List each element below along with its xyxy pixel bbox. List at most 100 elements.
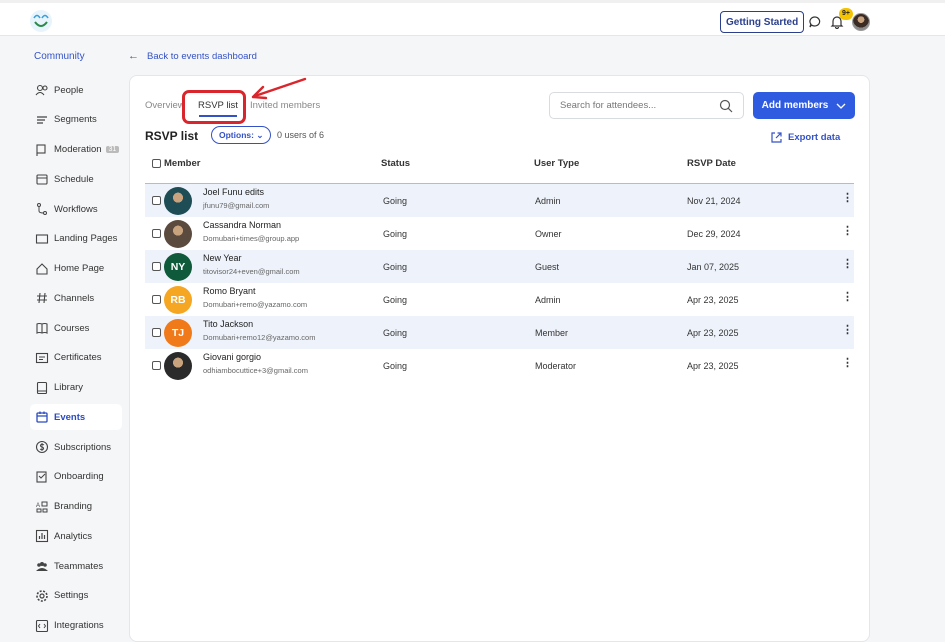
more-options-icon[interactable]: ⋮ bbox=[842, 325, 853, 336]
row-checkbox[interactable] bbox=[152, 229, 161, 238]
user-count: 0 users of 6 bbox=[277, 130, 325, 140]
row-checkbox[interactable] bbox=[152, 328, 161, 337]
chevron-down-icon bbox=[836, 103, 846, 109]
user-type: Admin bbox=[535, 196, 561, 206]
export-icon bbox=[771, 132, 782, 143]
sidebar-item-settings[interactable]: Settings bbox=[30, 583, 122, 609]
add-members-button[interactable]: Add members bbox=[753, 92, 855, 119]
table-row[interactable]: NY New Year titovisor24+even@gmail.com Goin… bbox=[145, 250, 854, 283]
more-options-icon[interactable]: ⋮ bbox=[842, 226, 853, 237]
sidebar-item-branding[interactable]: A Branding bbox=[30, 494, 122, 520]
sidebar-item-courses[interactable]: Courses bbox=[30, 315, 122, 341]
search-input[interactable] bbox=[550, 93, 710, 118]
avatar[interactable] bbox=[164, 220, 192, 248]
export-data-label: Export data bbox=[788, 132, 841, 143]
sidebar-item-segments[interactable]: Segments bbox=[30, 107, 122, 133]
segments-icon bbox=[37, 116, 47, 124]
rsvp-date: Apr 23, 2025 bbox=[687, 295, 739, 305]
rsvp-date: Apr 23, 2025 bbox=[687, 328, 739, 338]
avatar-initials: NY bbox=[170, 261, 186, 273]
row-checkbox[interactable] bbox=[152, 295, 161, 304]
gear-icon bbox=[36, 589, 48, 602]
sidebar-item-teammates[interactable]: Teammates bbox=[30, 553, 122, 579]
avatar[interactable] bbox=[164, 352, 192, 380]
back-link-label: Back to events dashboard bbox=[147, 50, 257, 62]
back-to-events-link[interactable]: ← Back to events dashboard bbox=[128, 50, 257, 62]
sidebar-item-label: Subscriptions bbox=[54, 441, 112, 453]
sidebar-item-landing-pages[interactable]: Landing Pages bbox=[30, 226, 122, 252]
select-all-checkbox[interactable] bbox=[152, 159, 161, 168]
sidebar-item-analytics[interactable]: Analytics bbox=[30, 523, 122, 549]
sidebar-item-library[interactable]: Library bbox=[30, 375, 122, 401]
table-row[interactable]: Giovani gorgio odhiambocuttice+3@gmail.co… bbox=[145, 349, 854, 382]
getting-started-button[interactable]: Getting Started bbox=[720, 11, 805, 33]
header-status[interactable]: Status bbox=[381, 158, 410, 169]
export-data-button[interactable]: Export data bbox=[770, 131, 840, 144]
row-checkbox[interactable] bbox=[152, 262, 161, 271]
row-checkbox[interactable] bbox=[152, 196, 161, 205]
member-name[interactable]: Cassandra Norman bbox=[203, 220, 281, 230]
sidebar-item-label: Home Page bbox=[54, 263, 105, 274]
user-avatar[interactable] bbox=[852, 13, 870, 31]
sidebar-item-events[interactable]: Events bbox=[30, 404, 122, 431]
avatar[interactable]: NY bbox=[164, 253, 192, 281]
member-name[interactable]: Giovani gorgio bbox=[203, 352, 261, 362]
more-options-icon[interactable]: ⋮ bbox=[842, 259, 853, 270]
member-email: Domubari+times@group.app bbox=[203, 234, 300, 243]
more-options-icon[interactable]: ⋮ bbox=[842, 358, 853, 369]
table-row[interactable]: Joel Funu edits jfunu79@gmail.com Going Adm… bbox=[145, 184, 854, 217]
header-user-type[interactable]: User Type bbox=[534, 158, 579, 169]
avatar-initials: TJ bbox=[171, 327, 185, 339]
onboarding-icon bbox=[36, 471, 47, 483]
sidebar-item-people[interactable]: People bbox=[30, 77, 122, 103]
more-options-icon[interactable]: ⋮ bbox=[842, 193, 853, 204]
sidebar-item-subscriptions[interactable]: Subscriptions bbox=[30, 434, 122, 460]
chat-icon[interactable] bbox=[808, 15, 822, 29]
header-rsvp-date[interactable]: RSVP Date bbox=[687, 158, 736, 169]
workflows-icon bbox=[37, 203, 47, 215]
tab-invited-members[interactable]: Invited members bbox=[250, 100, 320, 111]
member-name[interactable]: Joel Funu edits bbox=[203, 187, 264, 197]
table-row[interactable]: RB Romo Bryant Domubari+remo@yazamo.com Goi… bbox=[145, 283, 854, 316]
user-type: Guest bbox=[535, 262, 560, 272]
more-options-icon[interactable]: ⋮ bbox=[842, 292, 853, 303]
sidebar-item-schedule[interactable]: Schedule bbox=[30, 166, 122, 192]
search-box[interactable] bbox=[549, 92, 744, 119]
user-type: Owner bbox=[535, 229, 562, 239]
options-dropdown[interactable]: Options: ⌄ bbox=[211, 126, 272, 144]
landing-pages-icon bbox=[35, 234, 49, 244]
rsvp-date: Apr 23, 2025 bbox=[687, 361, 739, 371]
sidebar-item-label: Events bbox=[54, 411, 86, 423]
rsvp-status: Going bbox=[383, 196, 408, 206]
certificate-icon bbox=[35, 352, 49, 363]
avatar[interactable]: RB bbox=[164, 286, 192, 314]
row-checkbox[interactable] bbox=[152, 361, 161, 370]
tab-overview[interactable]: Overview bbox=[145, 100, 185, 111]
sidebar-item-integrations[interactable]: Integrations bbox=[30, 613, 122, 639]
avatar[interactable]: TJ bbox=[164, 319, 192, 347]
integrations-icon bbox=[35, 619, 49, 632]
search-icon[interactable] bbox=[719, 99, 733, 113]
library-icon bbox=[36, 381, 48, 394]
sidebar-item-workflows[interactable]: Workflows bbox=[30, 196, 122, 222]
sidebar-item-badge: 31 bbox=[105, 146, 120, 153]
sidebar-item-channels[interactable]: Channels bbox=[30, 285, 122, 311]
sidebar-item-home-page[interactable]: Home Page bbox=[30, 256, 122, 282]
sidebar-item-label: Onboarding bbox=[54, 471, 104, 483]
member-name[interactable]: Romo Bryant bbox=[203, 286, 256, 296]
sidebar-item-label: Certificates bbox=[54, 352, 102, 364]
member-name[interactable]: Tito Jackson bbox=[203, 319, 253, 329]
home-icon bbox=[36, 262, 48, 275]
sidebar-item-moderation[interactable]: Moderation 31 bbox=[30, 137, 122, 163]
header-member[interactable]: Member bbox=[164, 158, 200, 169]
avatar[interactable] bbox=[164, 187, 192, 215]
table-row[interactable]: Cassandra Norman Domubari+times@group.app… bbox=[145, 217, 854, 250]
member-name[interactable]: New Year bbox=[203, 253, 242, 263]
dollar-icon bbox=[35, 440, 49, 454]
sidebar-item-certificates[interactable]: Certificates bbox=[30, 345, 122, 371]
sidebar-item-onboarding[interactable]: Onboarding bbox=[30, 464, 122, 490]
rsvp-status: Going bbox=[383, 262, 408, 272]
table-row[interactable]: TJ Tito Jackson Domubari+remo12@yazamo.com… bbox=[145, 316, 854, 349]
sidebar-section-label[interactable]: Community bbox=[34, 51, 85, 62]
app-logo[interactable] bbox=[29, 9, 53, 33]
